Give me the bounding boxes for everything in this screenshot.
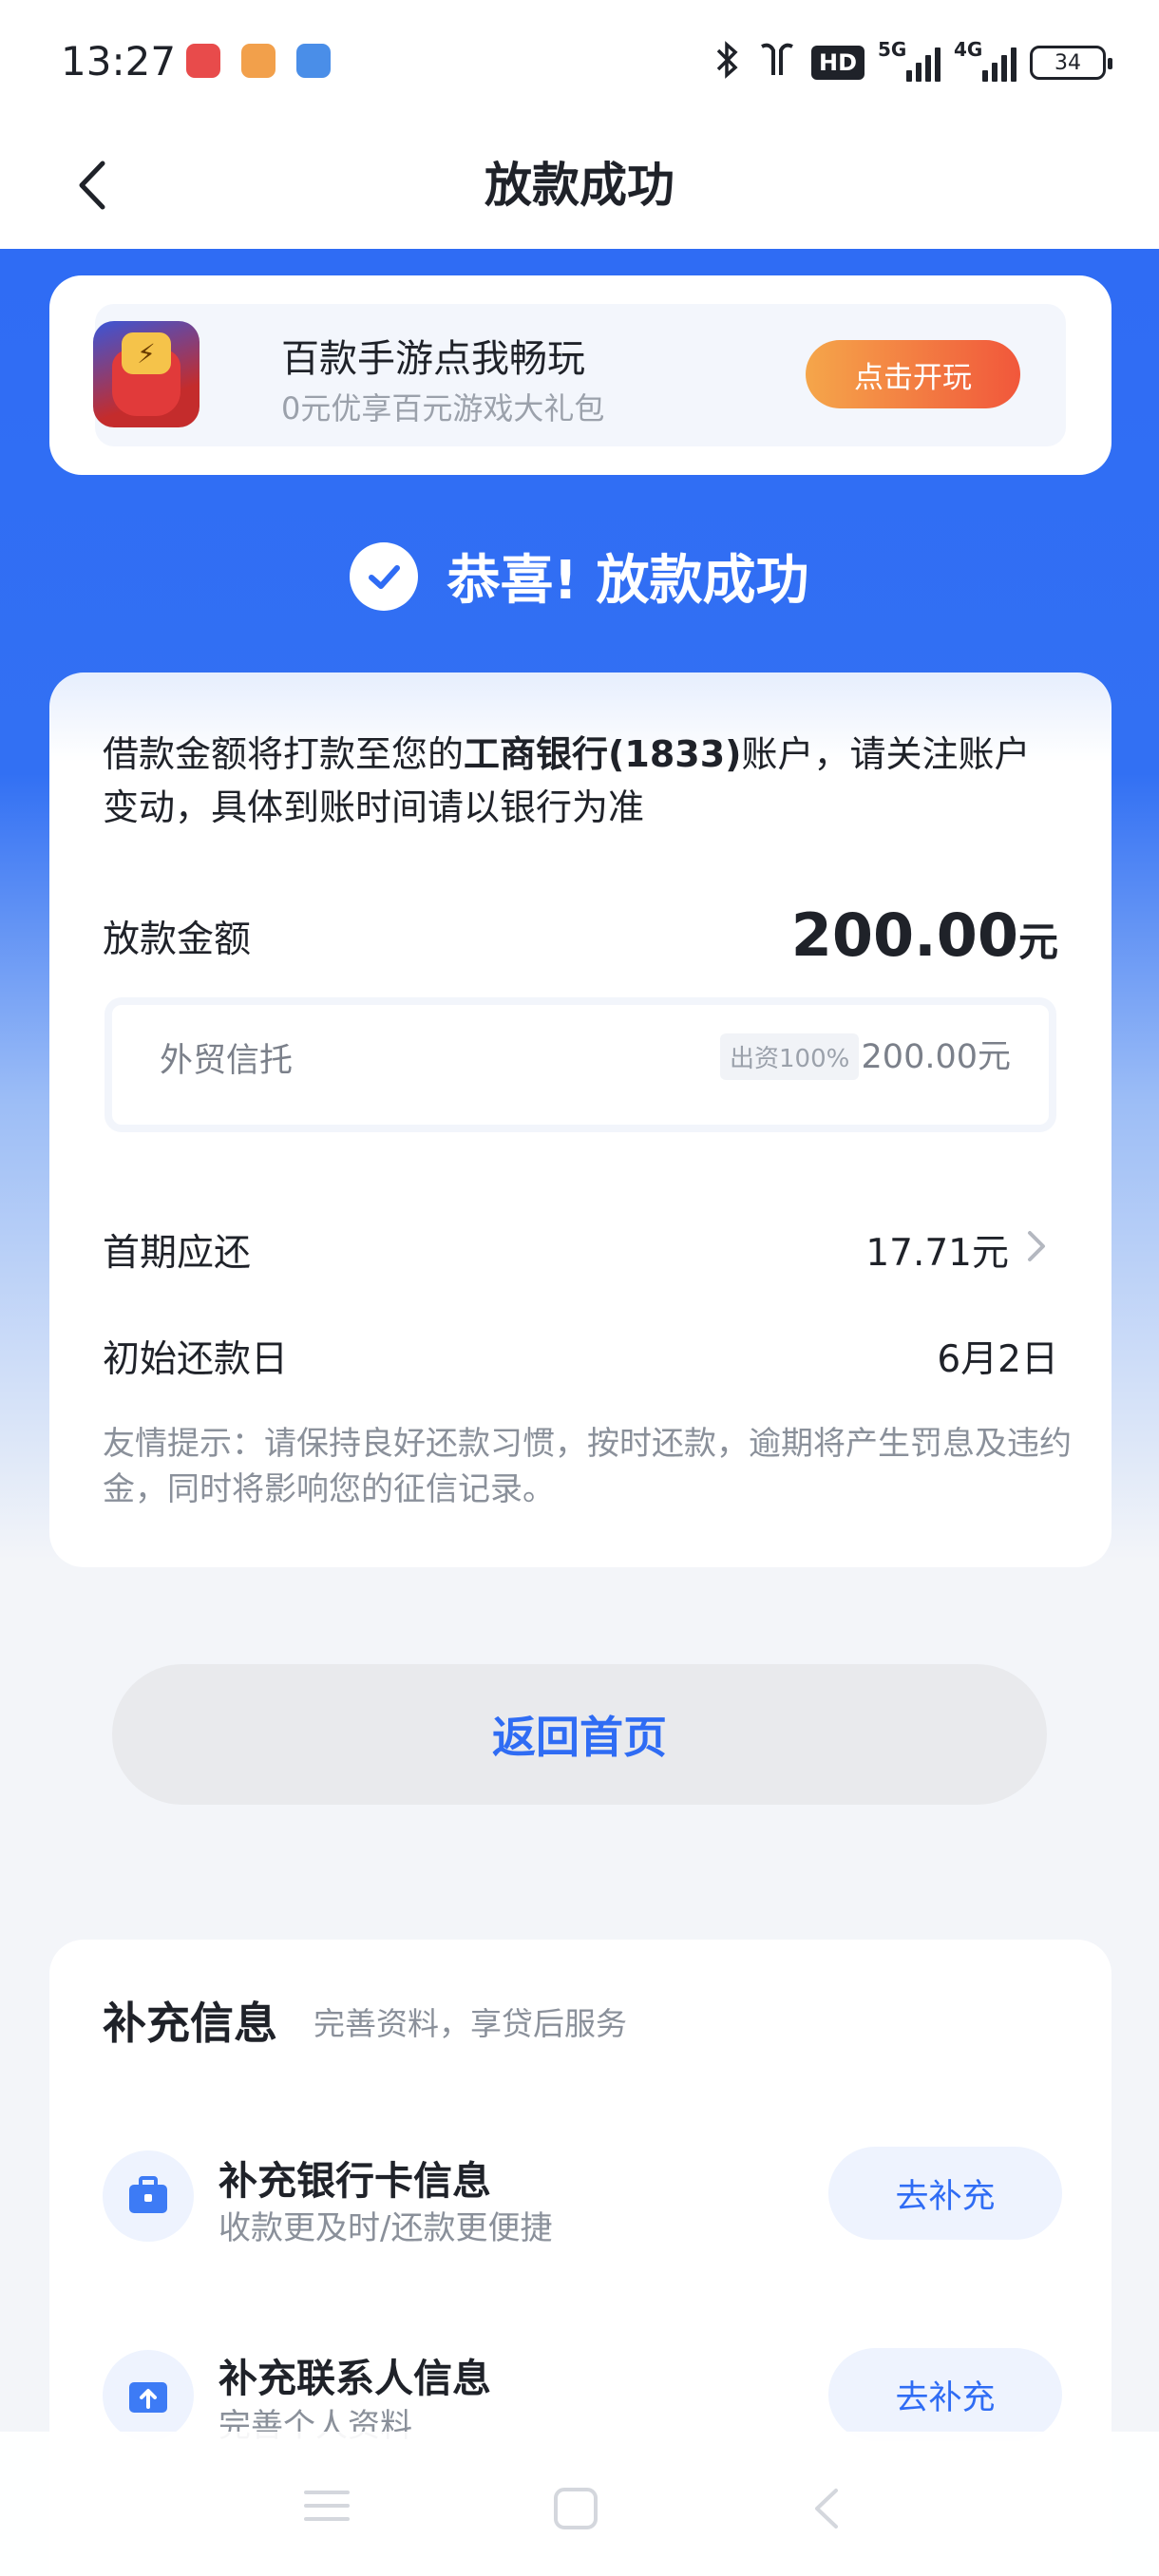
start-date-value: 6月2日 [937, 1338, 1058, 1381]
briefcase-icon [103, 2150, 194, 2242]
nav-bar: 放款成功 [0, 123, 1159, 249]
disbursement-notice: 借款金额将打款至您的工商银行(1833)账户，请关注账户变动，具体到账时间请以银… [103, 733, 1031, 828]
first-repayment-value[interactable]: 17.71元 [865, 1223, 1009, 1277]
status-time: 13:27 [61, 38, 177, 85]
bank-account: 工商银行(1833) [464, 733, 742, 775]
section-title: 补充信息 [103, 1998, 277, 2049]
promo-subtitle: 0元优享百元游戏大礼包 [281, 390, 605, 426]
menu-icon[interactable] [300, 2485, 353, 2527]
loan-amount: 200.00元 [790, 900, 1058, 970]
funder-name: 外贸信托 [160, 1042, 294, 1080]
status-indicators: HD 5G 4G 34 [711, 38, 1112, 87]
add-bank-card-button[interactable]: 去补充 [828, 2147, 1062, 2240]
earbuds-icon [756, 41, 798, 85]
repayment-tip: 友情提示：请保持良好还款习惯，按时还款，逾期将产生罚息及违约金，同时将影响您的征… [103, 1425, 1072, 1508]
check-circle-icon [350, 541, 419, 611]
signal-4g-icon: 4G [954, 38, 1016, 82]
game-gift-logo-icon[interactable]: ⚡ [93, 321, 200, 427]
nav-back-icon[interactable] [808, 2485, 846, 2532]
start-date-label: 初始还款日 [103, 1338, 289, 1381]
notification-app-icon-blue [296, 44, 331, 78]
amount-label: 放款金额 [103, 919, 252, 961]
section-subtitle: 完善资料，享贷后服务 [314, 2005, 627, 2042]
funder-share-badge: 出资100% [720, 1033, 860, 1080]
chevron-right-icon[interactable] [1022, 1225, 1051, 1267]
contact-item-title[interactable]: 补充联系人信息 [218, 2346, 491, 2403]
bluetooth-icon [711, 41, 743, 85]
loan-detail-card: 借款金额将打款至您的工商银行(1833)账户，请关注账户变动，具体到账时间请以银… [49, 672, 1112, 1567]
play-now-button[interactable]: 点击开玩 [806, 340, 1020, 408]
funder-amount: 200.00元 [861, 1038, 1011, 1076]
upload-folder-icon [103, 2350, 194, 2441]
add-contact-button[interactable]: 去补充 [828, 2348, 1062, 2441]
page-title: 放款成功 [484, 158, 674, 213]
status-bar: 13:27 HD 5G 4G 34 [0, 0, 1159, 123]
promo-title[interactable]: 百款手游点我畅玩 [281, 328, 585, 383]
bank-card-item-subtitle: 收款更及时/还款更便捷 [218, 2209, 553, 2247]
funder-box: 外贸信托 出资100% 200.00元 [104, 997, 1056, 1132]
first-repayment-label[interactable]: 首期应还 [103, 1223, 251, 1277]
signal-5g-icon: 5G [878, 38, 940, 82]
return-home-button[interactable]: 返回首页 [112, 1664, 1047, 1805]
success-banner: 恭喜! 放款成功 [0, 538, 1159, 615]
system-nav-bar [0, 2432, 1159, 2576]
success-message: 恭喜! 放款成功 [446, 550, 809, 612]
notification-app-icon-orange [241, 44, 276, 78]
battery-indicator: 34 [1030, 46, 1112, 80]
hd-voice-icon: HD [810, 46, 864, 80]
bank-card-item-title[interactable]: 补充银行卡信息 [218, 2149, 491, 2206]
notification-app-icon-red [186, 44, 220, 78]
home-square-icon[interactable] [551, 2485, 600, 2532]
